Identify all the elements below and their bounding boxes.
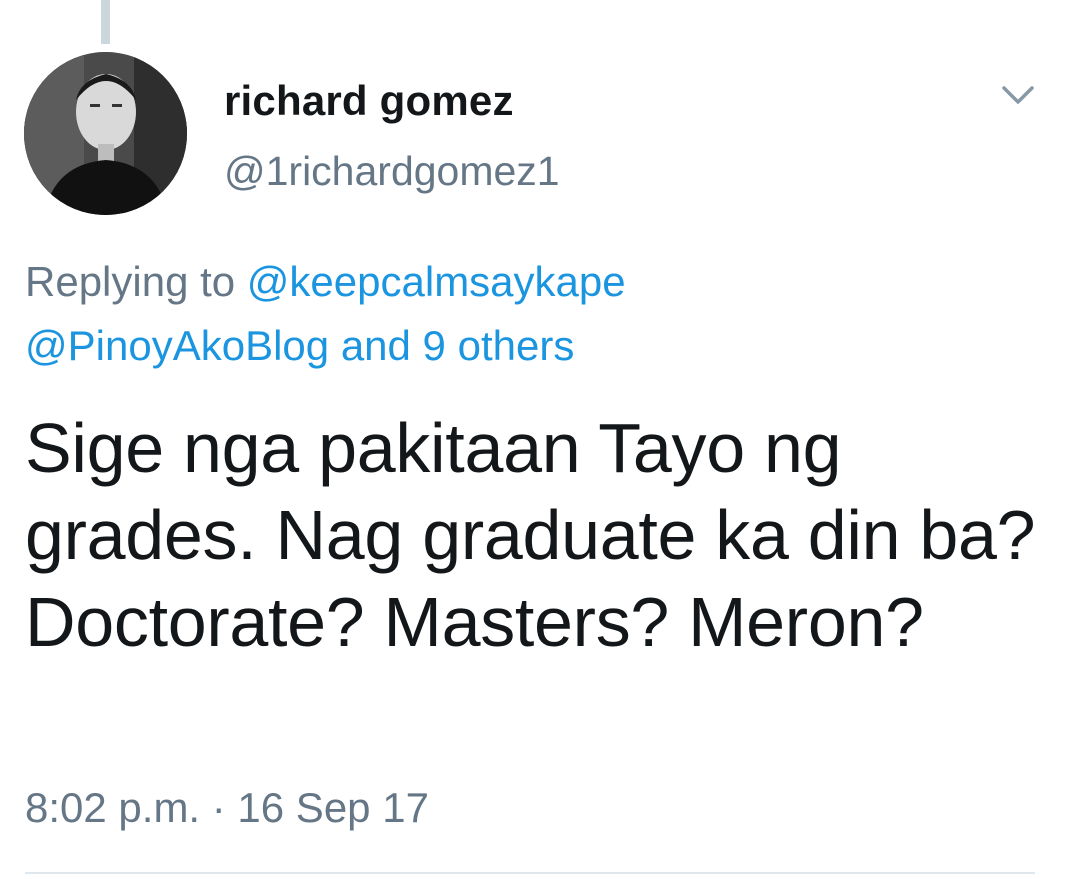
- avatar-photo: [24, 52, 187, 215]
- author-handle[interactable]: @1richardgomez1: [224, 146, 560, 196]
- mention-keepcalmsaykape[interactable]: @keepcalmsaykape: [247, 258, 626, 305]
- mention-pinoyakoblog[interactable]: @PinoyAkoBlog: [25, 322, 329, 369]
- chevron-down-icon[interactable]: [998, 78, 1038, 112]
- and-others-link[interactable]: and 9 others: [341, 322, 575, 369]
- author-display-name[interactable]: richard gomez: [224, 76, 560, 126]
- divider: [25, 872, 1035, 874]
- thread-connector-line: [101, 0, 110, 44]
- tweet-timestamp[interactable]: 8:02 p.m. · 16 Sep 17: [25, 780, 429, 836]
- replying-to: Replying to @keepcalmsaykape @PinoyAkoBl…: [25, 250, 1035, 378]
- replying-to-label: Replying to: [25, 258, 236, 305]
- avatar[interactable]: [24, 52, 187, 215]
- author-block[interactable]: richard gomez @1richardgomez1: [224, 76, 560, 196]
- tweet-text: Sige nga pakitaan Tayo ng grades. Nag gr…: [25, 409, 1036, 661]
